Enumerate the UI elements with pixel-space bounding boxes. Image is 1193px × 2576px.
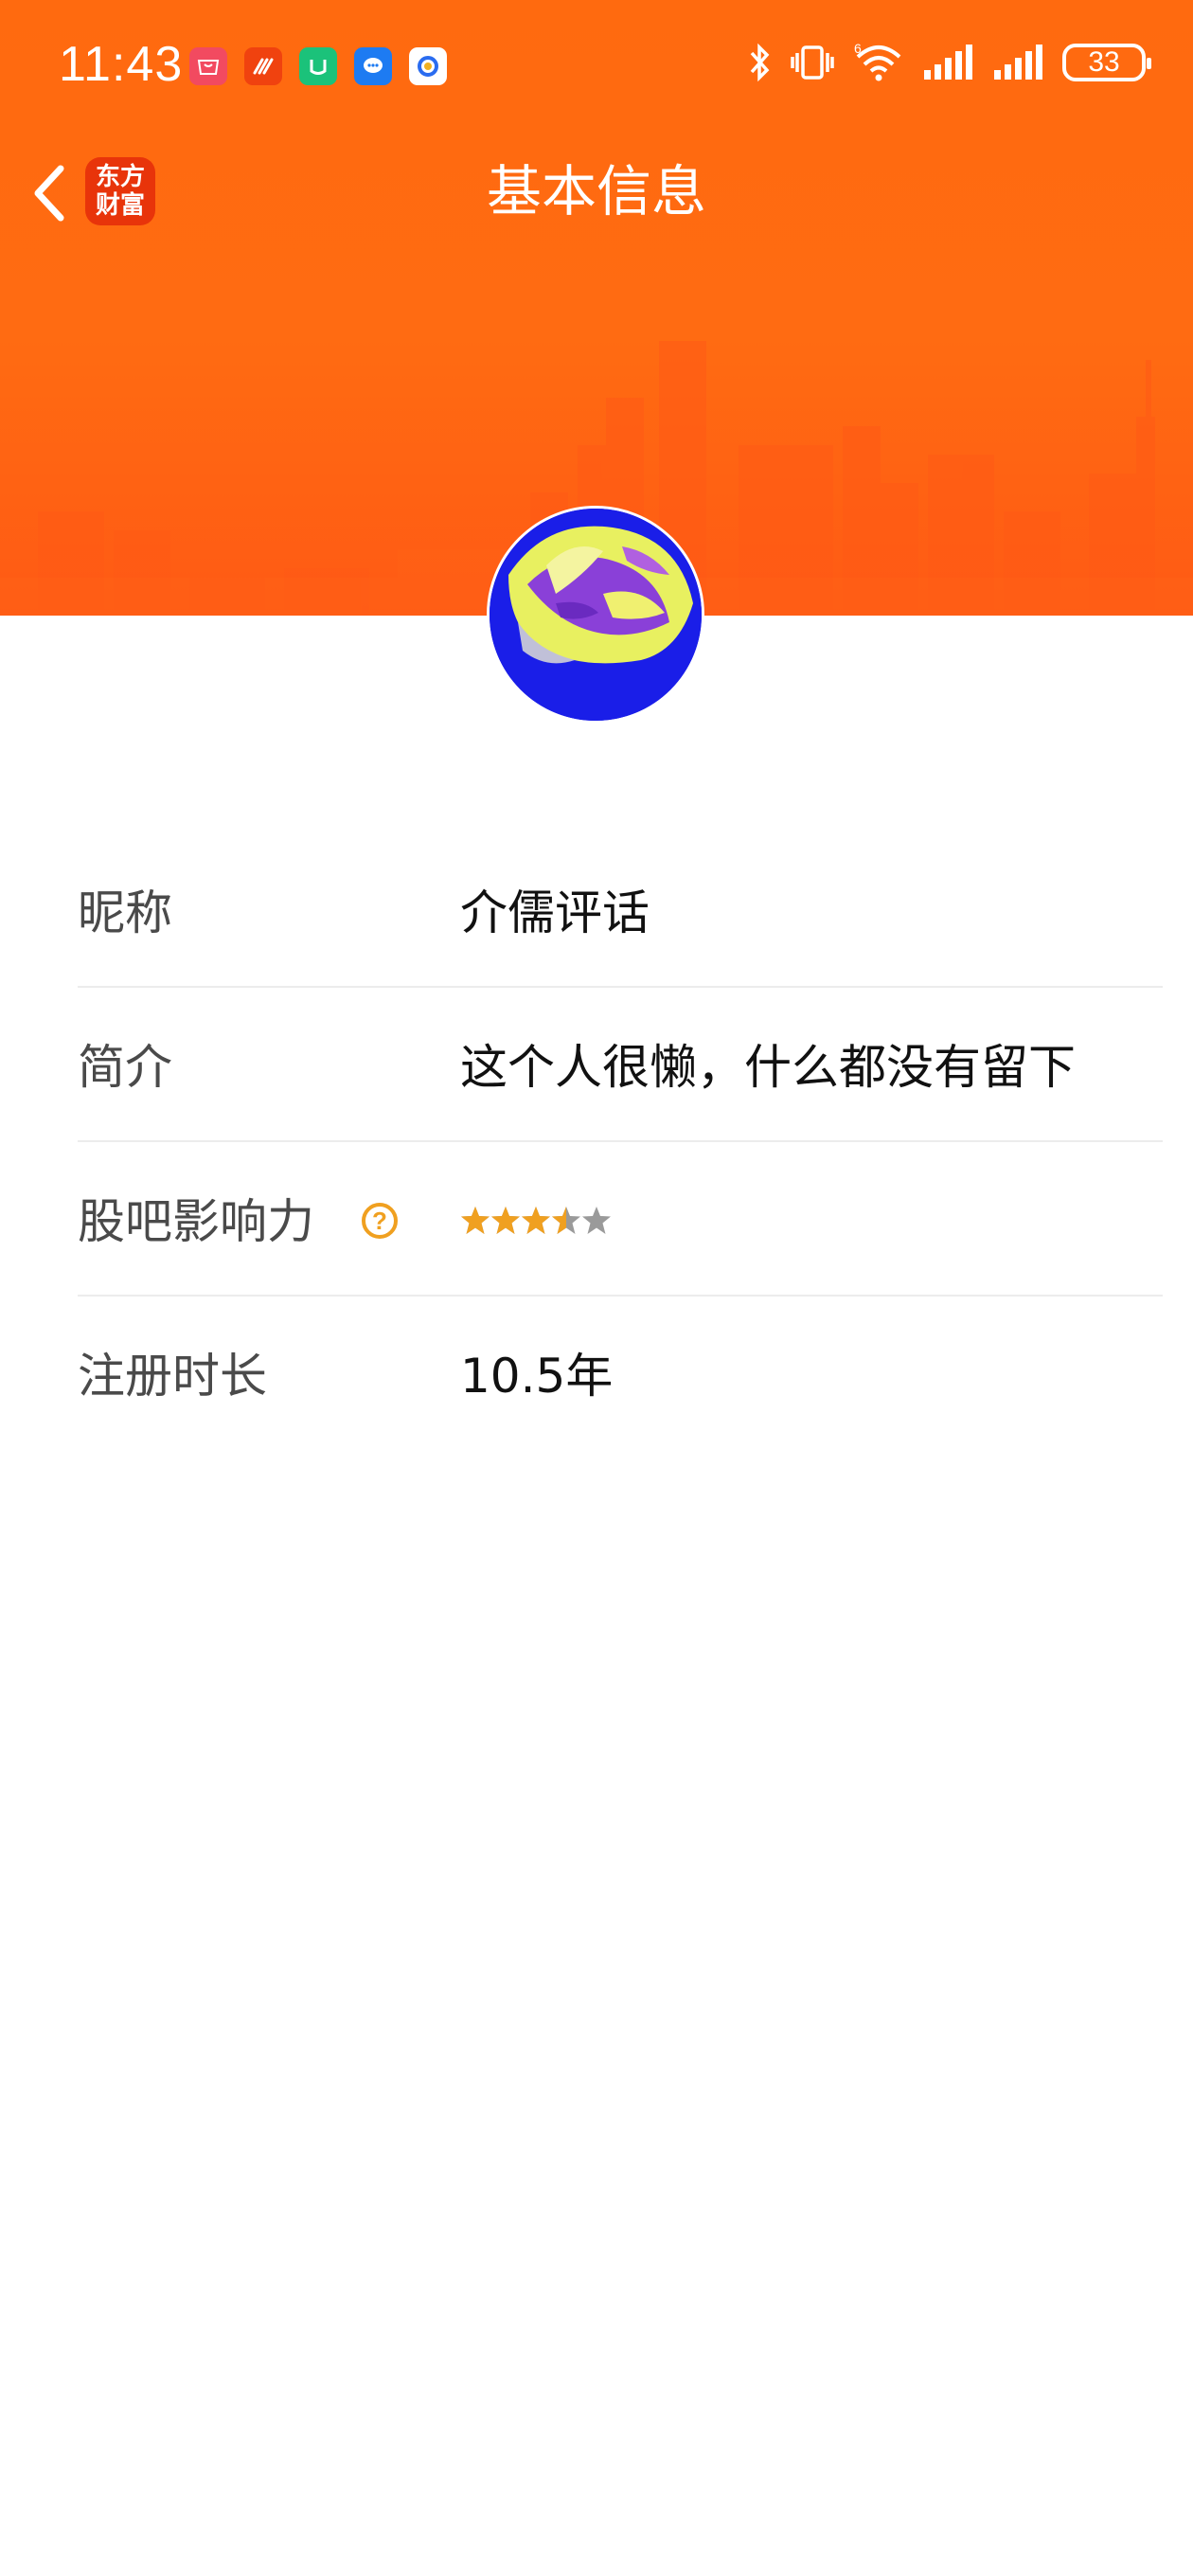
registration-row: 注册时长 10.5年 — [78, 1297, 1163, 1451]
influence-rating-stars — [460, 1205, 612, 1237]
star-icon — [522, 1207, 550, 1234]
profile-info-page: 11:43 6 33 东方 财富 基本信息 昵称 介儒评话 简介 这个人很懒，什… — [0, 0, 1193, 2576]
notification-icons — [189, 47, 447, 85]
svg-text:6: 6 — [854, 42, 862, 56]
profile-info-list: 昵称 介儒评话 简介 这个人很懒，什么都没有留下 股吧影响力 ? 注册时长 10… — [78, 833, 1163, 1451]
mi-icon — [299, 47, 337, 85]
signal-icon — [994, 45, 1042, 80]
nickname-row: 昵称 介儒评话 — [78, 833, 1163, 988]
bio-label: 简介 — [78, 1040, 172, 1095]
registration-label: 注册时长 — [78, 1349, 267, 1404]
page-title: 基本信息 — [486, 159, 706, 224]
bio-value: 这个人很懒，什么都没有留下 — [460, 1040, 1076, 1095]
nickname-value: 介儒评话 — [460, 886, 650, 940]
avatar-image — [490, 509, 702, 721]
bluetooth-icon — [750, 43, 770, 82]
status-time: 11:43 — [59, 37, 184, 92]
status-bar: 11:43 6 33 — [0, 0, 1193, 133]
battery-indicator: 33 — [1062, 44, 1151, 81]
help-icon[interactable]: ? — [362, 1203, 398, 1239]
signal-icon — [924, 45, 972, 80]
feishu-icon — [244, 47, 282, 85]
registration-value: 10.5年 — [460, 1349, 614, 1404]
star-icon — [461, 1207, 490, 1234]
influence-label: 股吧影响力 — [78, 1194, 314, 1249]
nickname-label: 昵称 — [78, 886, 172, 940]
huawei-appgallery-icon — [189, 47, 227, 85]
bio-row: 简介 这个人很懒，什么都没有留下 — [78, 988, 1163, 1142]
avatar[interactable] — [487, 506, 704, 724]
star-icon — [582, 1207, 611, 1234]
wifi-icon: 6 — [854, 42, 901, 81]
star-icon — [491, 1207, 520, 1234]
qq-browser-icon — [409, 47, 447, 85]
influence-row: 股吧影响力 ? — [78, 1142, 1163, 1297]
star-icon — [552, 1207, 580, 1234]
vibrate-icon — [791, 45, 834, 80]
system-icons: 6 33 — [748, 42, 1151, 83]
message-icon — [354, 47, 392, 85]
